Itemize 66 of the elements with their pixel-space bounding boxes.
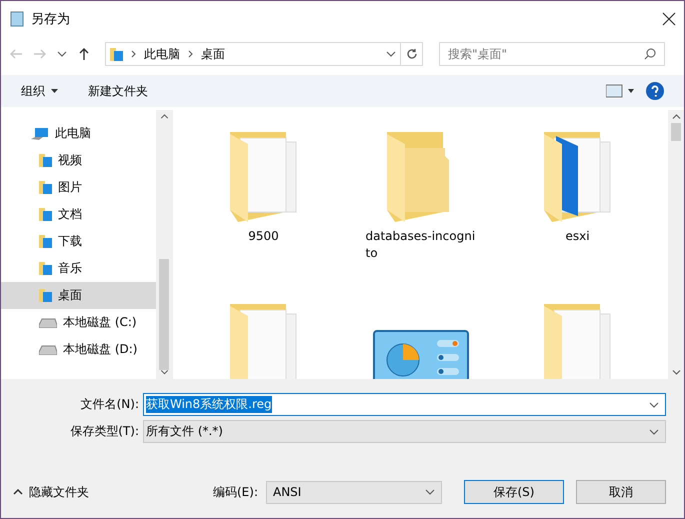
file-name[interactable]: 9500 <box>208 228 318 245</box>
drive-icon <box>39 318 57 328</box>
notepad-icon <box>9 10 25 26</box>
control-panel-icon <box>372 330 468 379</box>
window-title: 另存为 <box>31 10 71 28</box>
folder-icon <box>39 180 52 195</box>
refresh-icon <box>406 48 418 60</box>
folder-icon <box>39 261 52 276</box>
scroll-up-icon[interactable] <box>160 114 168 119</box>
files-scrollbar[interactable] <box>668 110 684 379</box>
new-folder-button[interactable]: 新建文件夹 <box>88 82 148 100</box>
sidebar-scrollbar[interactable] <box>156 110 172 379</box>
encoding-label: 编码(E): <box>213 484 258 500</box>
scrollbar-thumb[interactable] <box>671 123 681 141</box>
folder-icon <box>39 207 52 222</box>
up-arrow-icon[interactable] <box>77 47 91 61</box>
search-icon <box>644 48 656 60</box>
chevron-down-icon <box>649 402 659 408</box>
sidebar-item[interactable]: 本地磁盘 (C:) <box>1 309 156 336</box>
sidebar-item[interactable]: 音乐 <box>1 255 156 282</box>
search-field[interactable]: 搜索"桌面" <box>439 42 665 66</box>
encoding-dropdown[interactable]: ANSI <box>266 480 442 504</box>
file-name[interactable]: esxi <box>522 228 632 245</box>
cancel-button[interactable]: 取消 <box>576 480 666 504</box>
organize-button[interactable]: 组织 <box>21 82 58 100</box>
hide-folders-button[interactable]: 隐藏文件夹 <box>13 484 89 500</box>
close-icon[interactable] <box>662 12 676 26</box>
help-icon[interactable] <box>646 82 664 100</box>
field-label: 保存类型(T): <box>69 423 140 440</box>
scrollbar-thumb[interactable] <box>159 258 169 370</box>
view-icon[interactable] <box>606 84 634 98</box>
sidebar-item[interactable]: 下载 <box>1 228 156 255</box>
drive-icon <box>39 344 57 354</box>
address-bar[interactable]: 此电脑 桌面 <box>105 42 401 66</box>
scroll-down-icon[interactable] <box>672 370 680 375</box>
filename-field[interactable]: 获取Win8系统权限.reg <box>143 393 666 416</box>
scroll-down-icon[interactable] <box>160 370 168 375</box>
sidebar-item[interactable]: 文档 <box>1 201 156 228</box>
chevron-right-icon <box>188 50 193 58</box>
field-label: 文件名(N): <box>80 396 140 413</box>
folder-icon <box>228 130 300 224</box>
file-type-dropdown[interactable]: 所有文件 (*.*) <box>143 420 666 443</box>
computer-icon <box>31 126 49 140</box>
sidebar-item[interactable]: 视频 <box>1 147 156 174</box>
save-button[interactable]: 保存(S) <box>464 480 564 504</box>
chevron-right-icon <box>131 50 136 58</box>
sidebar-item[interactable]: 本地磁盘 (D:) <box>1 336 156 363</box>
chevron-down-icon <box>386 51 396 57</box>
file-name[interactable]: databases-incognito <box>366 228 476 262</box>
breadcrumb[interactable]: 桌面 <box>201 46 225 62</box>
folder-icon <box>39 153 52 168</box>
folder-icon <box>39 234 52 249</box>
sidebar-item[interactable]: 此电脑 <box>1 120 156 147</box>
refresh-button[interactable] <box>401 42 423 66</box>
chevron-down-icon <box>649 428 659 434</box>
sidebar-item[interactable]: 图片 <box>1 174 156 201</box>
chevron-down-icon <box>425 489 435 495</box>
recent-dropdown-icon <box>57 51 67 57</box>
chevron-up-icon <box>13 489 23 495</box>
scroll-up-icon[interactable] <box>672 114 680 119</box>
app-folder-icon <box>542 130 614 224</box>
folder-icon <box>39 288 52 303</box>
breadcrumb[interactable]: 此电脑 <box>144 46 180 62</box>
caret-icon <box>51 89 58 93</box>
folder-icon <box>110 46 123 62</box>
sidebar-item[interactable]: 桌面 <box>1 282 156 309</box>
